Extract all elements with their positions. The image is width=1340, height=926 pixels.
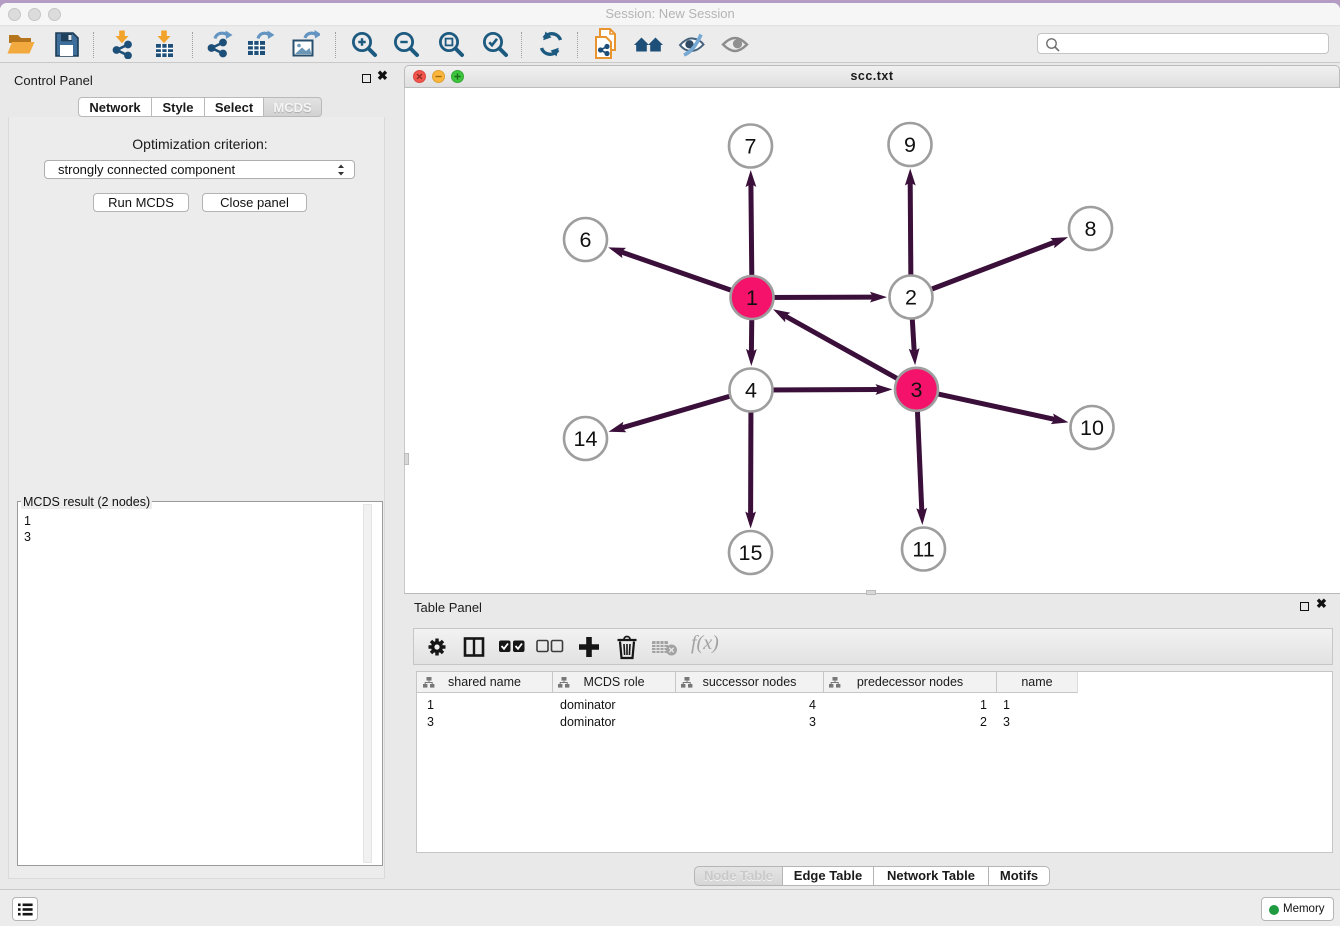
svg-text:7: 7 [745, 135, 757, 159]
svg-text:4: 4 [745, 379, 757, 403]
svg-text:15: 15 [739, 541, 763, 565]
svg-text:10: 10 [1080, 416, 1104, 440]
svg-text:8: 8 [1085, 217, 1097, 241]
svg-text:9: 9 [904, 133, 916, 157]
svg-text:6: 6 [580, 228, 592, 252]
svg-text:1: 1 [746, 286, 758, 310]
svg-text:11: 11 [912, 538, 934, 562]
svg-text:2: 2 [905, 286, 917, 310]
svg-text:14: 14 [574, 427, 598, 451]
svg-text:3: 3 [911, 378, 923, 402]
